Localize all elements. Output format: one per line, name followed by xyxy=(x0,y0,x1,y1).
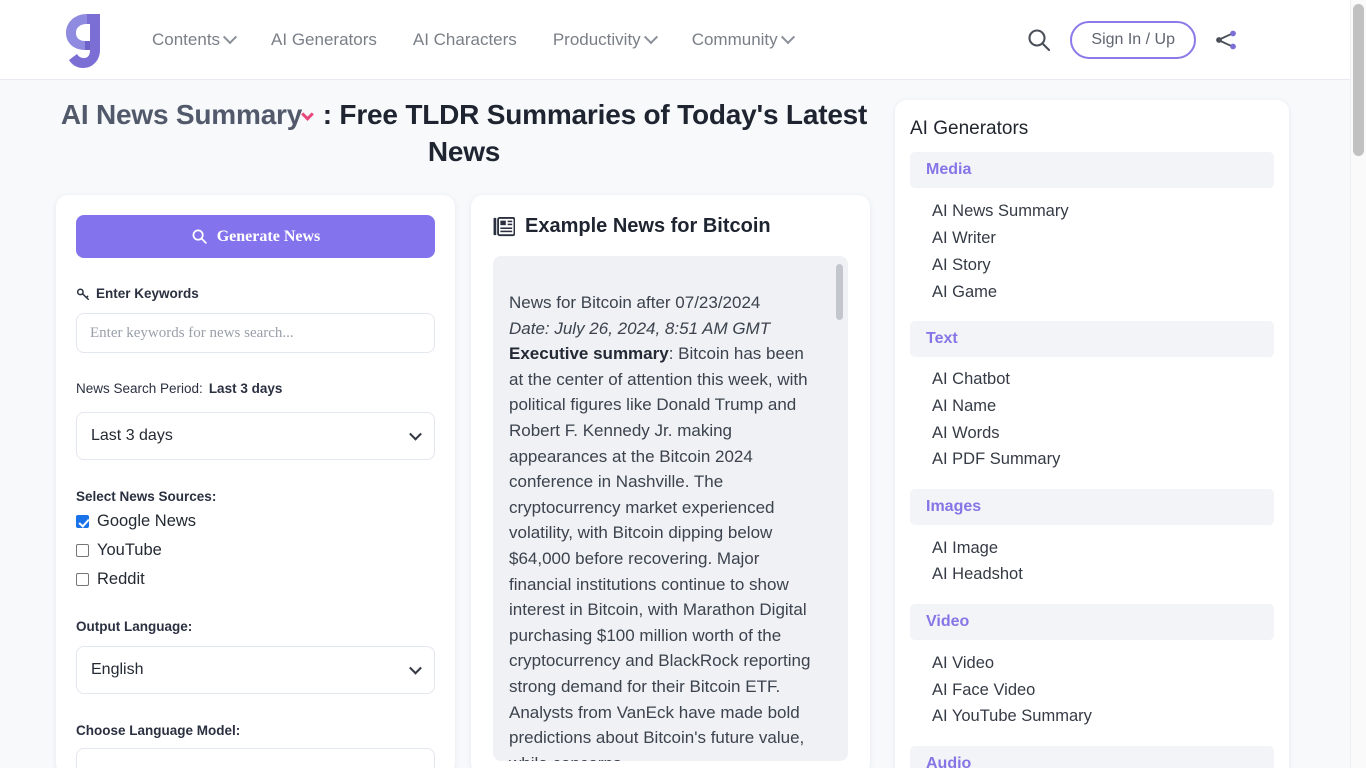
sidebar-item-ai-name[interactable]: AI Name xyxy=(932,397,996,416)
sidebar-item-ai-video[interactable]: AI Video xyxy=(932,654,994,673)
source-label-youtube: YouTube xyxy=(97,541,162,559)
period-label-value: Last 3 days xyxy=(208,381,283,396)
model-label: Choose Language Model: xyxy=(76,723,240,738)
checkbox-unchecked-icon[interactable] xyxy=(76,544,89,557)
source-label-reddit: Reddit xyxy=(97,570,145,588)
nav-ai-characters-label: AI Characters xyxy=(412,30,517,49)
news-summary-label: Executive summary xyxy=(509,344,669,364)
nav-ai-generators-label: AI Generators xyxy=(271,30,377,49)
nav-productivity-label: Productivity xyxy=(552,30,641,49)
sidebar-section-media: Media xyxy=(910,152,1274,188)
sidebar-item-ai-story[interactable]: AI Story xyxy=(932,256,991,275)
nav-ai-characters[interactable]: AI Characters xyxy=(413,30,539,50)
chevron-down-icon xyxy=(780,30,795,45)
sidebar-item-ai-chatbot[interactable]: AI Chatbot xyxy=(932,370,1010,389)
example-news-text: News for Bitcoin after 07/23/2024 Date: … xyxy=(509,290,819,761)
main-nav: Contents AI Generators AI Characters Pro… xyxy=(152,0,815,80)
share-icon[interactable] xyxy=(1214,28,1238,52)
model-select[interactable] xyxy=(76,748,435,768)
sidebar-section-audio-label: Audio xyxy=(926,755,972,768)
newspaper-icon xyxy=(493,216,515,236)
sidebar-section-images: Images xyxy=(910,489,1274,525)
news-form-panel: Generate News Enter Keywords Enter keywo… xyxy=(56,195,455,768)
nav-contents[interactable]: Contents xyxy=(152,30,257,50)
sidebar-item-ai-image[interactable]: AI Image xyxy=(932,539,998,558)
checkbox-unchecked-icon[interactable] xyxy=(76,573,89,586)
language-label: Output Language: xyxy=(76,619,192,634)
keywords-placeholder: Enter keywords for news search... xyxy=(90,324,294,341)
period-select-value: Last 3 days xyxy=(91,427,173,444)
period-label: News Search Period: Last 3 days xyxy=(76,381,282,396)
source-checkbox-google-news[interactable]: Google News xyxy=(76,512,196,531)
generate-news-label: Generate News xyxy=(216,227,321,245)
checkbox-checked-icon[interactable] xyxy=(76,515,89,528)
source-label-google-news: Google News xyxy=(97,512,197,530)
sidebar-heading: AI Generators xyxy=(910,118,1029,139)
example-news-panel: Example News for Bitcoin News for Bitcoi… xyxy=(471,195,870,768)
sidebar-item-ai-game[interactable]: AI Game xyxy=(932,283,997,302)
nav-productivity[interactable]: Productivity xyxy=(553,30,678,50)
chevron-down-icon xyxy=(409,427,422,441)
page-title: AI News Summary : Free TLDR Summaries of… xyxy=(56,96,872,170)
sources-label: Select News Sources: xyxy=(76,489,216,504)
language-label-text: Output Language: xyxy=(76,619,193,634)
sidebar-section-text-label: Text xyxy=(926,330,958,347)
sidebar-item-ai-youtube-summary[interactable]: AI YouTube Summary xyxy=(932,707,1092,726)
sidebar-section-media-label: Media xyxy=(926,161,972,178)
model-label-text: Choose Language Model: xyxy=(76,723,241,738)
nav-ai-generators[interactable]: AI Generators xyxy=(271,30,399,50)
ai-generators-panel: AI Generators Media AI News Summary AI W… xyxy=(895,100,1289,768)
sidebar-item-ai-pdf-summary[interactable]: AI PDF Summary xyxy=(932,450,1060,469)
window-scrollbar-thumb[interactable] xyxy=(1353,4,1364,156)
header-actions: Sign In / Up xyxy=(1026,0,1238,80)
chevron-down-icon xyxy=(643,30,658,45)
example-news-scroll-area[interactable]: News for Bitcoin after 07/23/2024 Date: … xyxy=(493,256,848,761)
search-icon xyxy=(192,229,207,244)
key-icon xyxy=(76,288,90,300)
news-line-1: News for Bitcoin after 07/23/2024 xyxy=(509,293,761,312)
example-news-scrollbar-track[interactable] xyxy=(836,264,843,754)
window-scrollbar-track[interactable] xyxy=(1350,0,1366,768)
source-checkbox-youtube[interactable]: YouTube xyxy=(76,541,162,560)
page-title-tool: AI News Summary xyxy=(60,99,303,130)
example-news-scrollbar-thumb[interactable] xyxy=(836,264,843,320)
sidebar-item-ai-writer[interactable]: AI Writer xyxy=(932,229,996,248)
gptonline-logo[interactable] xyxy=(66,14,108,68)
sidebar-section-text: Text xyxy=(910,321,1274,357)
language-select-value: English xyxy=(91,661,144,678)
search-icon[interactable] xyxy=(1026,27,1052,53)
sign-in-up-button[interactable]: Sign In / Up xyxy=(1070,21,1196,59)
nav-community-label: Community xyxy=(691,30,778,49)
sidebar-section-video: Video xyxy=(910,604,1274,640)
period-label-pre: News Search Period: xyxy=(76,381,203,396)
keywords-label: Enter Keywords xyxy=(76,286,199,301)
sidebar-item-ai-words[interactable]: AI Words xyxy=(932,424,1000,443)
source-checkbox-reddit[interactable]: Reddit xyxy=(76,570,145,589)
news-summary-text: : Bitcoin has been at the center of atte… xyxy=(509,344,811,761)
chevron-down-icon xyxy=(222,30,238,45)
keywords-input[interactable]: Enter keywords for news search... xyxy=(76,313,435,353)
sidebar-item-ai-face-video[interactable]: AI Face Video xyxy=(932,681,1035,700)
nav-community[interactable]: Community xyxy=(692,30,815,50)
sidebar-item-ai-news-summary[interactable]: AI News Summary xyxy=(932,202,1069,221)
example-news-title-text: Example News for Bitcoin xyxy=(525,215,771,237)
example-news-title: Example News for Bitcoin xyxy=(493,215,771,238)
sidebar-section-video-label: Video xyxy=(926,613,970,630)
nav-contents-label: Contents xyxy=(152,30,221,49)
page-title-rest: : Free TLDR Summaries of Today's Latest … xyxy=(315,99,868,167)
sidebar-section-images-label: Images xyxy=(926,498,982,515)
chevron-down-icon xyxy=(409,661,422,675)
language-select[interactable]: English xyxy=(76,646,435,694)
sources-label-text: Select News Sources: xyxy=(76,489,217,504)
keywords-label-text: Enter Keywords xyxy=(96,286,199,301)
generate-news-button[interactable]: Generate News xyxy=(76,215,435,258)
chevron-down-icon[interactable] xyxy=(301,107,315,121)
sidebar-item-ai-headshot[interactable]: AI Headshot xyxy=(932,565,1023,584)
news-line-2: Date: July 26, 2024, 8:51 AM GMT xyxy=(509,318,771,338)
period-select[interactable]: Last 3 days xyxy=(76,412,435,460)
sidebar-section-audio: Audio xyxy=(910,746,1274,768)
site-header: Contents AI Generators AI Characters Pro… xyxy=(0,0,1350,80)
